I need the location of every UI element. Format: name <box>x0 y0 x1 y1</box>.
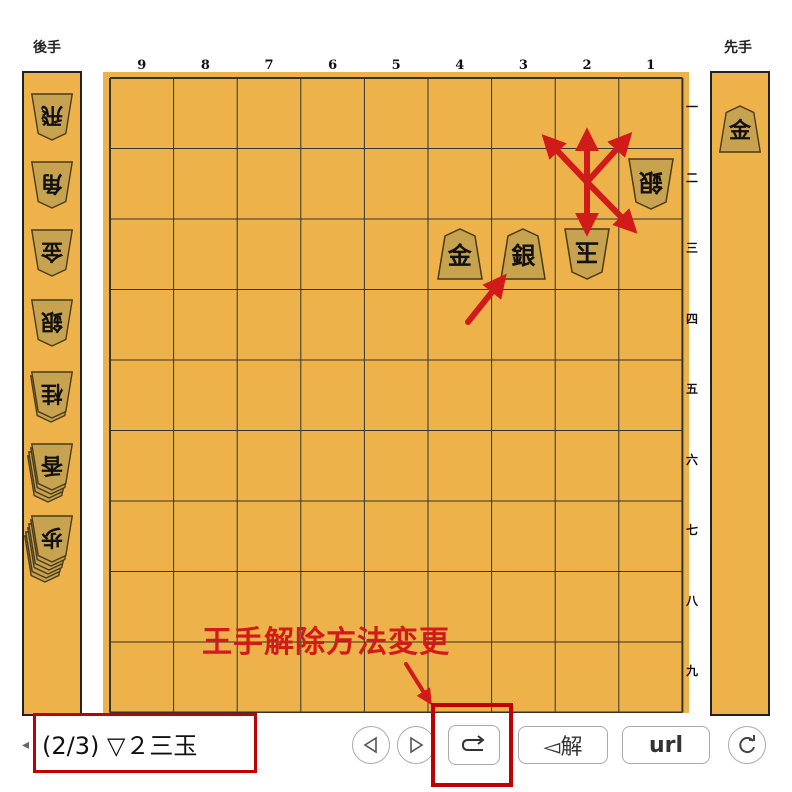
refresh-button[interactable] <box>728 726 766 764</box>
redo-highlight-box <box>431 703 513 787</box>
piece-character: 金 <box>40 238 64 265</box>
solve-button[interactable]: ◅解 <box>518 726 608 764</box>
piece-character: 銀 <box>638 167 663 197</box>
sente-piece-stand <box>710 71 770 716</box>
file-label: 1 <box>646 58 656 73</box>
shogi-piece[interactable]: 金 <box>29 228 75 278</box>
piece-character: 桂 <box>40 380 64 407</box>
file-label: 6 <box>328 58 338 73</box>
shogi-piece[interactable]: 飛 <box>29 92 75 142</box>
rank-label: 六 <box>685 452 698 467</box>
next-move-button[interactable] <box>397 726 435 764</box>
shogi-piece[interactable]: 銀 <box>626 157 676 211</box>
shogi-piece[interactable]: 香 <box>29 442 75 492</box>
prev-move-button[interactable] <box>352 726 390 764</box>
shogi-piece[interactable]: 桂 <box>29 370 75 420</box>
piece-character: 金 <box>447 241 472 271</box>
refresh-icon <box>739 735 755 754</box>
collapse-icon[interactable]: ◂ <box>22 737 29 753</box>
file-label: 5 <box>391 58 401 73</box>
file-label: 9 <box>137 58 147 73</box>
shogi-piece[interactable]: 角 <box>29 160 75 210</box>
shogi-piece[interactable]: 金 <box>717 104 763 154</box>
rank-label: 四 <box>685 311 698 326</box>
rank-label: 五 <box>685 382 698 396</box>
rank-label: 二 <box>685 170 698 185</box>
move-status-text: (2/3) ▽２三玉 <box>42 731 198 760</box>
shogi-piece[interactable]: 歩 <box>29 514 75 564</box>
rank-label: 一 <box>685 100 698 114</box>
piece-character: 銀 <box>511 241 536 271</box>
annotation-text: 王手解除方法変更 <box>202 625 450 660</box>
file-label: 2 <box>582 58 592 73</box>
file-label: 8 <box>200 58 210 73</box>
piece-character: 銀 <box>40 308 64 335</box>
triangle-right-icon <box>410 736 424 754</box>
piece-character: 飛 <box>40 102 64 129</box>
piece-character: 角 <box>40 170 64 197</box>
move-status: (2/3) ▽２三玉 <box>33 713 257 773</box>
rank-label: 三 <box>685 241 698 255</box>
rank-label: 九 <box>685 664 698 678</box>
rank-label: 八 <box>685 593 698 608</box>
shogi-piece[interactable]: 玉 <box>562 227 612 281</box>
rank-label: 七 <box>685 523 698 537</box>
file-label: 7 <box>264 58 274 73</box>
piece-character: 歩 <box>40 524 64 551</box>
piece-character: 金 <box>728 117 752 144</box>
shogi-piece[interactable]: 銀 <box>29 298 75 348</box>
gote-label: 後手 <box>33 40 61 56</box>
piece-character: 玉 <box>575 238 599 268</box>
piece-character: 香 <box>40 452 64 479</box>
triangle-left-icon <box>363 736 377 754</box>
sente-label: 先手 <box>724 40 752 56</box>
shogi-piece[interactable]: 金 <box>435 227 485 281</box>
shogi-piece[interactable]: 銀 <box>498 227 548 281</box>
url-button[interactable]: url <box>622 726 710 764</box>
file-label: 4 <box>455 58 465 73</box>
file-label: 3 <box>518 58 528 73</box>
